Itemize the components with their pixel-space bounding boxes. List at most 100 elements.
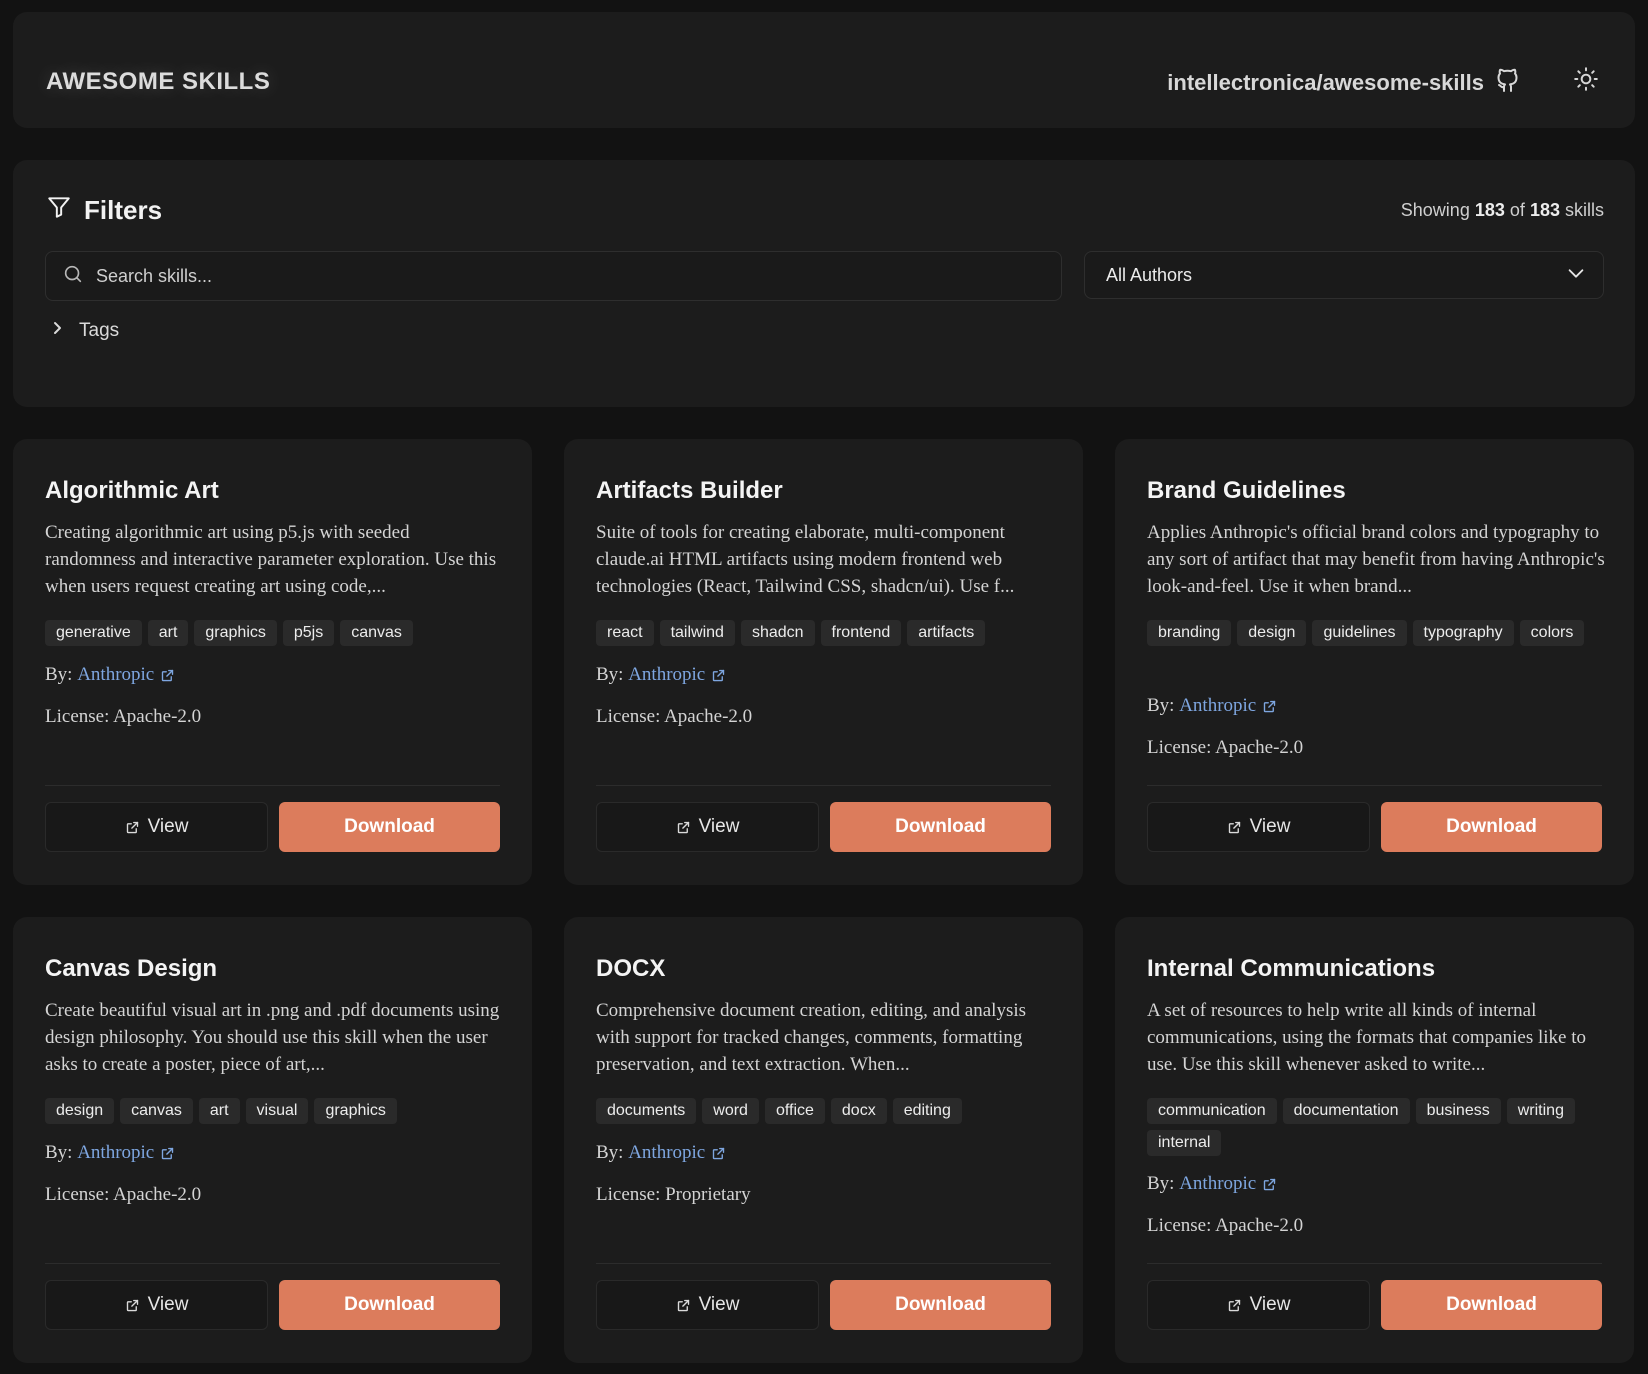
download-button[interactable]: Download — [830, 802, 1051, 852]
license-label: License: — [1147, 737, 1212, 758]
download-button[interactable]: Download — [279, 802, 500, 852]
tag-chip[interactable]: internal — [1147, 1130, 1222, 1156]
download-button[interactable]: Download — [1381, 802, 1602, 852]
tag-chip[interactable]: docx — [830, 1098, 887, 1124]
view-button[interactable]: View — [596, 802, 819, 852]
tag-chip[interactable]: word — [702, 1098, 759, 1124]
tag-chip[interactable]: branding — [1147, 620, 1232, 646]
tag-list: generative art graphics p5js canvas — [45, 620, 505, 646]
external-link-icon — [1262, 699, 1277, 714]
external-link-icon — [1227, 1298, 1242, 1313]
license-value: Apache-2.0 — [664, 706, 753, 727]
repo-name: intellectronica/awesome-skills — [1167, 70, 1484, 95]
author-select-value: All Authors — [1106, 264, 1193, 285]
external-link-icon — [160, 668, 175, 683]
external-link-icon — [1262, 1177, 1277, 1192]
view-label: View — [1249, 1294, 1291, 1315]
author-link[interactable]: Anthropic — [628, 1142, 726, 1164]
tag-chip[interactable]: business — [1415, 1098, 1501, 1124]
skill-author: By: Anthropic — [1147, 1173, 1277, 1195]
license-value: Apache-2.0 — [113, 706, 202, 727]
external-link-icon — [125, 1298, 140, 1313]
filters-panel: Filters Showing 183 of 183 skills All Au… — [13, 160, 1635, 407]
view-button[interactable]: View — [1147, 1280, 1370, 1330]
tag-chip[interactable]: graphics — [194, 620, 277, 646]
skill-title: Algorithmic Art — [45, 477, 219, 504]
view-button[interactable]: View — [45, 802, 268, 852]
author-link[interactable]: Anthropic — [1179, 695, 1277, 717]
tag-chip[interactable]: typography — [1412, 620, 1514, 646]
tag-chip[interactable]: writing — [1506, 1098, 1575, 1124]
tag-chip[interactable]: colors — [1519, 620, 1585, 646]
by-label: By: — [45, 1142, 73, 1163]
tag-chip[interactable]: editing — [892, 1098, 962, 1124]
skill-title: DOCX — [596, 955, 666, 982]
skill-card: Brand Guidelines Applies Anthropic's off… — [1115, 439, 1634, 885]
download-button[interactable]: Download — [279, 1280, 500, 1330]
showing-count: 183 — [1474, 200, 1505, 220]
skill-license: License: Apache-2.0 — [1147, 737, 1303, 759]
external-link-icon — [676, 1298, 691, 1313]
author-link[interactable]: Anthropic — [628, 664, 726, 686]
tag-chip[interactable]: design — [1237, 620, 1307, 646]
tag-chip[interactable]: office — [764, 1098, 825, 1124]
tag-list: branding design guidelines typography colors — [1147, 620, 1607, 646]
download-button[interactable]: Download — [830, 1280, 1051, 1330]
tag-chip[interactable]: canvas — [340, 620, 413, 646]
skill-author: By: Anthropic — [45, 1142, 175, 1164]
download-button[interactable]: Download — [1381, 1280, 1602, 1330]
author-select[interactable]: All Authors — [1084, 251, 1604, 299]
license-label: License: — [45, 706, 110, 727]
tag-chip[interactable]: design — [45, 1098, 115, 1124]
author-name: Anthropic — [77, 664, 155, 685]
tags-toggle[interactable]: Tags — [51, 320, 119, 342]
tag-chip[interactable]: art — [198, 1098, 240, 1124]
skill-title: Internal Communications — [1147, 955, 1436, 982]
external-link-icon — [125, 820, 140, 835]
author-link[interactable]: Anthropic — [1179, 1173, 1277, 1195]
view-button[interactable]: View — [596, 1280, 819, 1330]
chevron-down-icon — [1565, 262, 1587, 289]
theme-toggle-button[interactable] — [1571, 66, 1601, 96]
filter-icon — [46, 194, 72, 227]
tag-chip[interactable]: visual — [245, 1098, 309, 1124]
skill-title: Canvas Design — [45, 955, 218, 982]
tag-chip[interactable]: canvas — [120, 1098, 193, 1124]
tag-chip[interactable]: artifacts — [907, 620, 986, 646]
repo-link[interactable]: intellectronica/awesome-skills — [1167, 67, 1520, 99]
showing-of: of — [1509, 200, 1525, 220]
tag-chip[interactable]: shadcn — [740, 620, 815, 646]
tag-chip[interactable]: frontend — [820, 620, 902, 646]
view-button[interactable]: View — [1147, 802, 1370, 852]
card-divider — [596, 1263, 1051, 1264]
external-link-icon — [676, 820, 691, 835]
skill-license: License: Proprietary — [596, 1184, 751, 1206]
tag-chip[interactable]: generative — [45, 620, 142, 646]
tag-chip[interactable]: documents — [596, 1098, 697, 1124]
view-button[interactable]: View — [45, 1280, 268, 1330]
license-label: License: — [596, 1184, 661, 1205]
brand-title: AWESOME SKILLS — [46, 68, 271, 95]
view-label: View — [698, 816, 740, 837]
author-name: Anthropic — [77, 1142, 155, 1163]
card-divider — [45, 785, 500, 786]
tag-chip[interactable]: documentation — [1282, 1098, 1410, 1124]
author-link[interactable]: Anthropic — [77, 1142, 175, 1164]
tag-chip[interactable]: guidelines — [1312, 620, 1407, 646]
author-name: Anthropic — [1179, 1173, 1257, 1194]
author-link[interactable]: Anthropic — [77, 664, 175, 686]
skill-description: Comprehensive document creation, editing… — [596, 1000, 1027, 1075]
github-icon — [1496, 67, 1520, 99]
top-header: AWESOME SKILLS intellectronica/awesome-s… — [13, 12, 1635, 128]
tag-chip[interactable]: art — [147, 620, 189, 646]
tag-chip[interactable]: graphics — [314, 1098, 397, 1124]
tag-chip[interactable]: communication — [1147, 1098, 1277, 1124]
search-box — [45, 251, 1062, 301]
tag-chip[interactable]: tailwind — [659, 620, 735, 646]
search-input[interactable] — [96, 265, 1061, 287]
tag-chip[interactable]: react — [596, 620, 654, 646]
showing-prefix: Showing — [1400, 200, 1470, 220]
showing-total: 183 — [1529, 200, 1560, 220]
author-name: Anthropic — [1179, 695, 1257, 716]
tag-chip[interactable]: p5js — [282, 620, 335, 646]
